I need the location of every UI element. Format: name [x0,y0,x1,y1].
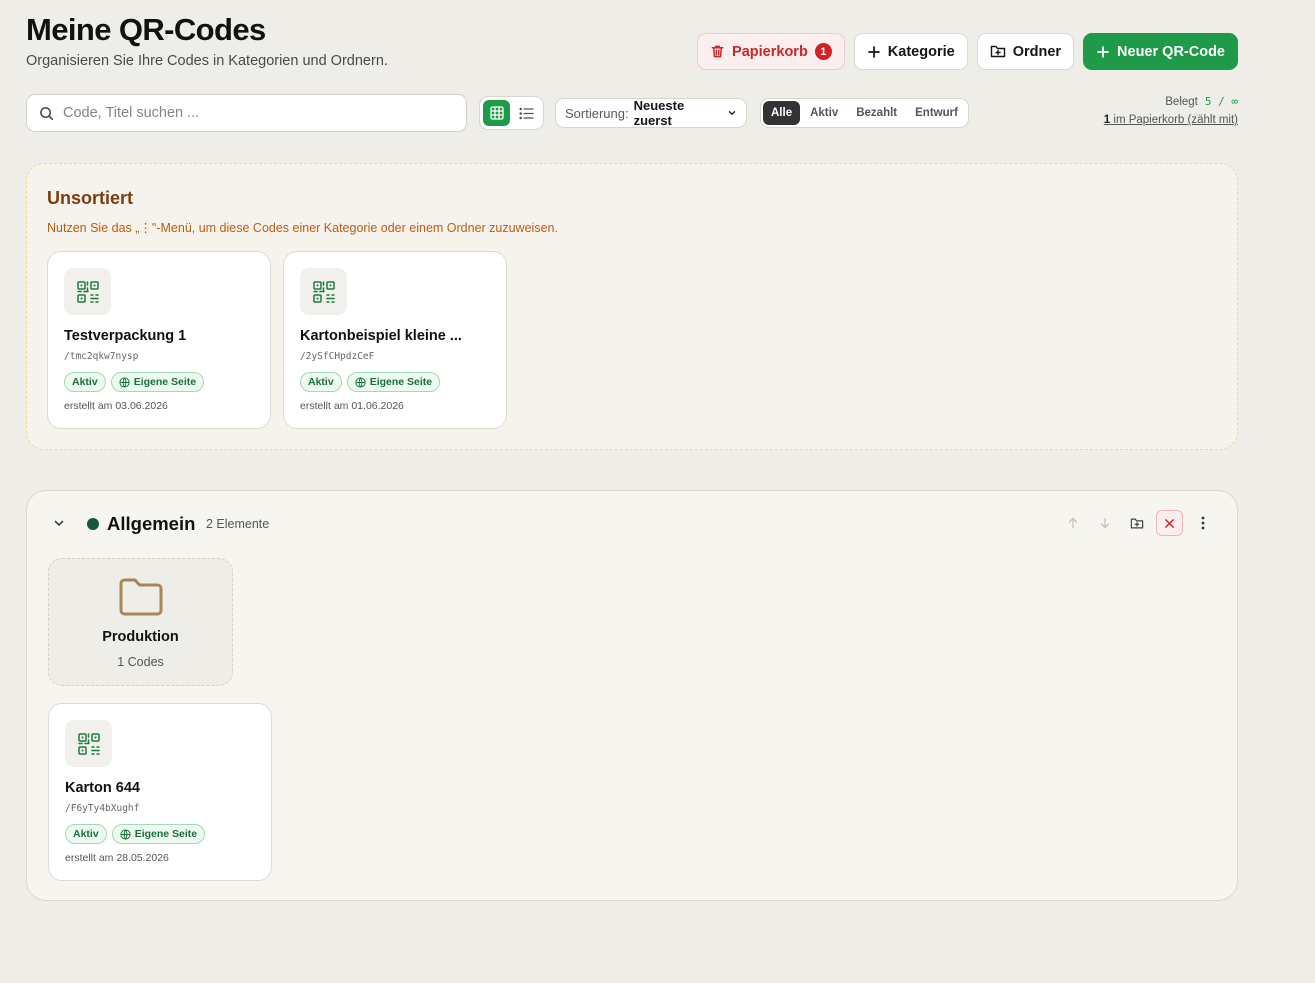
grid-icon [489,106,504,120]
trash-count-badge: 1 [814,43,832,60]
trash-usage-text: im Papierkorb (zählt mit) [1110,114,1238,126]
qr-code-icon [300,268,347,315]
trash-button-label: Papierkorb [732,43,808,60]
folder-count: 1 Codes [117,655,164,669]
usage-info: Belegt 5 / ∞ 1 im Papierkorb (zählt mit) [1104,95,1238,126]
status-filter: Alle Aktiv Bezahlt Entwurf [760,98,969,128]
arrow-up-icon [1067,517,1079,529]
delete-category-button[interactable] [1156,510,1183,536]
move-down-button[interactable] [1092,510,1117,536]
header-actions: Papierkorb 1 Kategorie Ordner Neuer QR-C… [697,33,1238,70]
close-icon [1164,518,1175,529]
category-section: Allgemein 2 Elemente Produktion 1 Codes … [26,490,1238,901]
new-qr-code-button[interactable]: Neuer QR-Code [1083,33,1238,70]
unsorted-title: Unsortiert [47,188,134,208]
list-icon [519,107,534,120]
folder-plus-icon [1130,517,1144,530]
add-folder-label: Ordner [1012,43,1062,60]
type-badge: Eigene Seite [346,372,441,392]
qr-card[interactable]: Karton 644 /F6yTy4bXughf Aktiv Eigene Se… [48,703,272,881]
qr-card[interactable]: Kartonbeispiel kleine ... /2ySfCHpdzCeF … [283,251,507,429]
chevron-down-icon [727,108,737,118]
globe-icon [120,828,131,840]
plus-icon [1096,45,1110,59]
grid-view-button[interactable] [483,100,510,126]
new-qr-code-label: Neuer QR-Code [1117,43,1225,60]
arrow-down-icon [1099,517,1111,529]
qr-code-icon [64,268,111,315]
view-toggle [479,96,544,130]
more-vertical-icon [1201,516,1205,530]
folder-name: Produktion [102,629,179,645]
page-title: Meine QR-Codes [26,12,266,47]
search-icon [39,106,54,121]
add-category-label: Kategorie [887,43,955,60]
category-color-dot [87,518,99,530]
trash-icon [710,44,725,59]
type-badge: Eigene Seite [111,824,206,844]
filter-all[interactable]: Alle [763,101,801,125]
qr-card-title: Testverpackung 1 [64,328,187,344]
type-badge: Eigene Seite [110,372,205,392]
qr-card-title: Kartonbeispiel kleine ... [300,328,462,344]
sort-label: Sortierung: [565,105,629,121]
category-title: Allgemein [107,513,196,534]
qr-card-slug: /2ySfCHpdzCeF [300,351,375,362]
status-badge: Aktiv [65,824,107,844]
qr-card-slug: /F6yTy4bXughf [65,803,140,814]
move-up-button[interactable] [1060,510,1085,536]
qr-card-date: erstellt am 01.06.2026 [300,400,404,412]
add-folder-button[interactable]: Ordner [976,33,1075,70]
trash-usage-link[interactable]: 1 im Papierkorb (zählt mit) [1104,114,1238,126]
search-box [26,94,467,132]
qr-card-date: erstellt am 03.06.2026 [64,400,168,412]
qr-card-title: Karton 644 [65,780,140,796]
type-badge-label: Eigene Seite [133,376,197,388]
search-input[interactable] [63,105,466,121]
folder-plus-icon [990,44,1006,59]
category-count: 2 Elemente [206,517,270,531]
globe-icon [119,376,130,388]
globe-icon [355,376,366,388]
qr-card[interactable]: Testverpackung 1 /tmc2qkw7nysp Aktiv Eig… [47,251,271,429]
qr-code-icon [65,720,112,767]
type-badge-label: Eigene Seite [134,828,198,840]
usage-label: Belegt [1165,96,1198,108]
qr-card-slug: /tmc2qkw7nysp [64,351,139,362]
filter-draft[interactable]: Entwurf [907,101,966,125]
add-folder-to-category-button[interactable] [1124,510,1149,536]
page-subtitle: Organisieren Sie Ihre Codes in Kategorie… [26,53,388,69]
collapse-chevron-icon[interactable] [52,516,66,530]
category-menu-button[interactable] [1190,510,1215,536]
category-actions [1060,510,1215,536]
list-view-button[interactable] [513,100,540,126]
unsorted-section: Unsortiert Nutzen Sie das „⋮"-Menü, um d… [26,163,1238,450]
usage-value: 5 / ∞ [1204,95,1238,108]
filter-active[interactable]: Aktiv [802,101,846,125]
plus-icon [867,45,881,59]
status-badge: Aktiv [300,372,342,392]
qr-card-date: erstellt am 28.05.2026 [65,852,169,864]
type-badge-label: Eigene Seite [369,376,433,388]
sort-value: Neueste zuerst [633,98,685,128]
add-category-button[interactable]: Kategorie [853,33,968,70]
filter-paid[interactable]: Bezahlt [848,101,905,125]
folder-icon [118,577,164,617]
unsorted-hint: Nutzen Sie das „⋮"-Menü, um diese Codes … [47,221,558,235]
trash-button[interactable]: Papierkorb 1 [697,33,845,70]
sort-dropdown[interactable]: Sortierung: Neueste zuerst [555,98,747,128]
status-badge: Aktiv [64,372,106,392]
folder-card[interactable]: Produktion 1 Codes [48,558,233,686]
